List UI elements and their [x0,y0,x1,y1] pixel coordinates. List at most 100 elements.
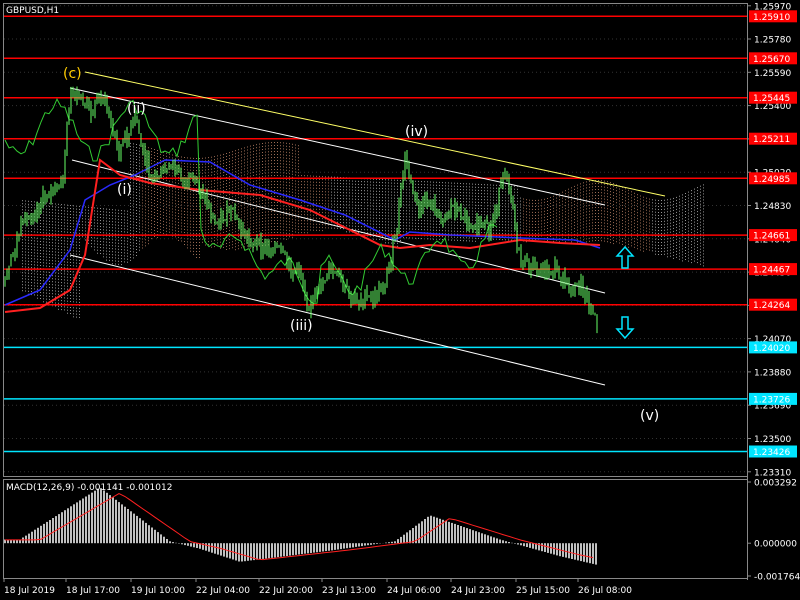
cloud-dot [82,233,83,235]
cloud-dot [172,223,173,225]
cloud-dot [592,186,593,188]
cloud-dot [451,239,452,241]
cloud-dot [142,247,143,249]
cloud-dot [637,203,638,205]
cloud-dot [181,231,182,233]
cloud-dot [160,216,161,218]
cloud-dot [259,209,260,211]
cloud-dot [214,201,215,203]
cloud-dot [163,229,164,231]
cloud-dot [61,231,62,233]
cloud-dot [193,166,194,168]
cloud-dot [139,246,140,248]
cloud-dot [337,203,338,205]
cloud-dot [583,233,584,235]
cloud-dot [394,188,395,190]
cloud-dot [283,160,284,162]
cloud-dot [424,217,425,219]
cloud-dot [28,254,29,256]
cloud-dot [151,238,152,240]
cloud-dot [376,232,377,234]
cloud-dot [430,187,431,189]
cloud-dot [577,193,578,195]
cloud-dot [301,190,302,192]
cloud-dot [358,204,359,206]
cloud-dot [634,204,635,206]
cloud-dot [64,216,65,218]
cloud-dot [151,199,152,201]
cloud-dot [175,203,176,205]
cloud-dot [400,219,401,220]
cloud-dot [235,246,236,248]
cloud-dot [124,213,125,215]
cloud-dot [523,219,524,221]
cloud-dot [517,197,518,199]
cloud-dot [136,237,137,238]
cloud-dot [58,290,59,292]
cloud-dot [49,256,50,258]
cloud-dot [325,185,326,187]
cloud-dot [76,307,77,309]
cloud-dot [202,217,203,219]
cloud-dot [613,189,614,191]
cloud-dot [55,221,56,223]
cloud-dot [145,191,146,193]
cloud-dot [55,260,56,262]
cloud-dot [280,157,281,159]
cloud-dot [598,213,599,214]
cloud-dot [154,191,155,192]
cloud-dot [76,253,77,255]
cloud-dot [436,181,437,183]
cloud-dot [346,186,347,188]
cloud-dot [271,238,272,240]
cloud-dot [184,196,185,197]
cloud-dot [301,181,302,183]
cloud-dot [226,231,227,232]
cloud-dot [604,186,605,188]
cloud-dot [67,306,68,308]
cloud-dot [184,166,185,167]
cloud-dot [622,225,623,227]
cloud-dot [493,193,494,195]
cloud-dot [235,171,236,173]
cloud-dot [505,209,506,211]
cloud-dot [277,154,278,155]
cloud-dot [61,207,62,209]
cloud-dot [226,153,227,154]
cloud-dot [157,198,158,199]
cloud-dot [28,224,29,226]
cloud-dot [157,207,158,208]
cloud-dot [457,182,458,184]
cloud-dot [469,207,470,209]
cloud-dot [193,229,194,231]
cloud-dot [625,206,626,208]
cloud-dot [322,224,323,226]
cloud-dot [544,228,545,230]
cloud-dot [109,250,110,252]
cloud-dot [289,236,290,238]
cloud-dot [49,295,50,297]
cloud-dot [73,253,74,255]
cloud-dot [160,225,161,227]
cloud-dot [103,223,104,225]
cloud-dot [331,188,332,190]
cloud-dot [280,217,281,219]
cloud-dot [52,215,53,217]
cloud-dot [37,282,38,284]
cloud-dot [634,219,635,221]
cloud-dot [28,278,29,280]
cloud-dot [55,209,56,211]
cloud-dot [271,220,272,222]
cloud-dot [436,226,437,228]
cloud-dot [544,216,545,218]
cloud-dot [67,246,68,248]
cloud-dot [70,262,71,263]
cloud-dot [163,202,164,204]
cloud-dot [205,211,206,213]
cloud-dot [154,236,155,237]
cloud-dot [163,163,164,165]
cloud-dot [478,207,479,209]
cloud-dot [55,242,56,244]
cloud-dot [457,200,458,202]
cloud-dot [157,156,158,157]
